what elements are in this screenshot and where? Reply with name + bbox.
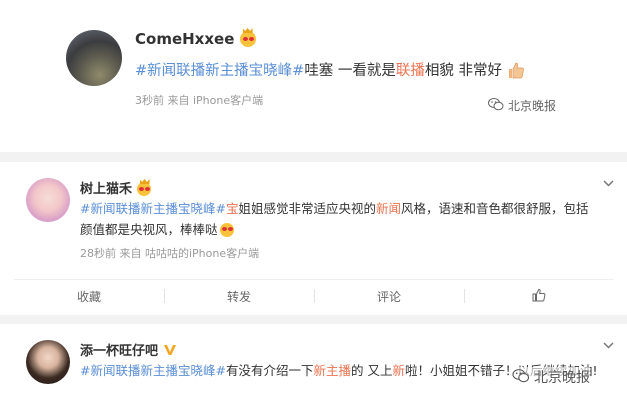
watermark-text: 北京晚报 (534, 370, 590, 386)
weibo-post: ComeHxxee #新闻联播新主播宝晓峰#哇塞 一看就是联播相貌 非常好 3秒… (0, 0, 627, 150)
wechat-logo-icon (512, 368, 530, 387)
post-text-part[interactable]: #新闻联播新主播宝晓峰# (135, 63, 304, 79)
comment-text-part: 的 又上 (350, 363, 393, 378)
favorite-button[interactable]: 收藏 (14, 280, 164, 312)
post-username[interactable]: ComeHxxee (135, 30, 256, 48)
wechat-logo-icon (488, 97, 504, 114)
comment-text-part: 新主播 (313, 363, 351, 378)
thumbs-up-emoji (507, 61, 525, 79)
heart-eyes-emoji (219, 223, 234, 237)
chevron-down-icon[interactable] (603, 176, 614, 190)
section-divider (0, 152, 627, 162)
comment-text-part: 新闻 (375, 201, 401, 216)
comment-text-part: 新 (392, 363, 405, 378)
post-text-part: 联播 (395, 63, 425, 79)
like-icon (532, 288, 546, 305)
like-button[interactable] (464, 280, 614, 312)
post-text-part: 哇塞 一看就是 (304, 63, 396, 79)
comment-text: #新闻联播新主播宝晓峰#宝姐姐感觉非常适应央视的新闻风格，语速和音色都很舒服，包… (80, 198, 600, 240)
comment-text-part: 有没有介绍一下 (225, 363, 314, 378)
watermark-text: 北京晚报 (508, 99, 557, 113)
avatar[interactable] (26, 340, 70, 384)
chevron-down-icon[interactable] (603, 338, 614, 352)
favorite-label: 收藏 (76, 289, 101, 304)
comment-button[interactable]: 评论 (314, 280, 464, 312)
comment-text-part: 宝 (225, 201, 239, 216)
comment-text-part: 姐姐感觉非常适应央视的 (238, 201, 376, 216)
crown-smile-emoji (136, 182, 151, 196)
watermark: 北京晚报 (488, 97, 556, 114)
avatar[interactable] (66, 30, 122, 86)
repost-button[interactable]: 转发 (164, 280, 314, 312)
comment-meta: 28秒前 来自 咕咕咕的iPhone客户端 (80, 247, 260, 260)
username-text[interactable]: ComeHxxee (135, 30, 234, 48)
post-meta: 3秒前 来自 iPhone客户端 (135, 94, 264, 107)
username-text[interactable]: 树上猫禾 (80, 182, 132, 197)
comment-text-part[interactable]: #新闻联播新主播宝晓峰# (80, 363, 226, 378)
crown-smile-emoji (239, 31, 256, 47)
watermark: 北京晚报 (512, 367, 590, 387)
avatar[interactable] (26, 178, 70, 222)
section-divider (0, 315, 627, 324)
action-bar: 收藏 转发 评论 (14, 279, 614, 312)
comment-username[interactable]: 树上猫禾 (80, 178, 151, 197)
comment-text-part[interactable]: #新闻联播新主播宝晓峰# (80, 201, 226, 216)
comment-username[interactable]: 添一杯旺仔吧 (80, 340, 177, 359)
username-text[interactable]: 添一杯旺仔吧 (80, 344, 158, 359)
comment-label: 评论 (376, 289, 401, 304)
post-text: #新闻联播新主播宝晓峰#哇塞 一看就是联播相貌 非常好 (135, 59, 525, 80)
post-text-part: 相貌 非常好 (424, 63, 503, 79)
repost-label: 转发 (226, 289, 251, 304)
vip-badge-icon (163, 344, 177, 356)
